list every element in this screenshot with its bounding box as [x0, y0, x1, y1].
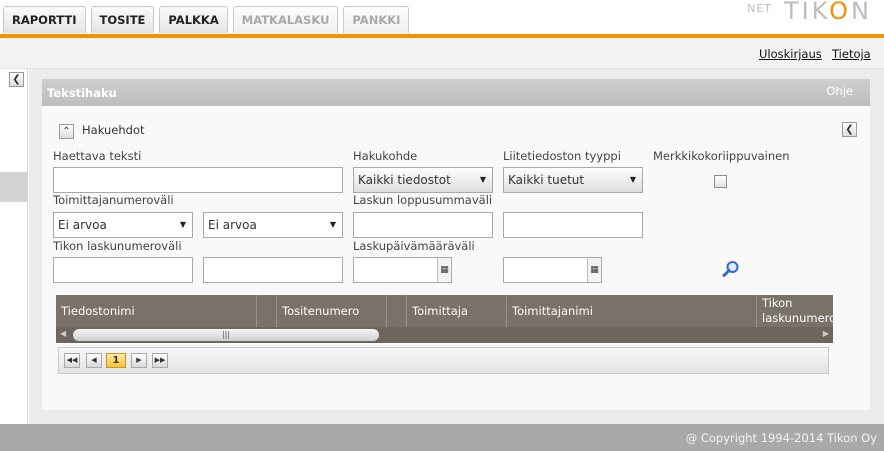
- chevron-left-icon: ❮: [12, 74, 21, 85]
- supplier-to-select[interactable]: Ei arvoa ▼: [203, 212, 343, 238]
- results-grid: Tiedostonimi Tositenumero Toimittaja Toi…: [56, 295, 833, 343]
- search-target-select[interactable]: Kaikki tiedostot ▼: [353, 167, 493, 193]
- invoice-date-to-input[interactable]: ▦: [503, 257, 602, 283]
- logout-link[interactable]: Uloskirjaus: [759, 47, 822, 61]
- last-page-button[interactable]: ▶▶: [152, 353, 168, 368]
- next-page-icon: ▶: [136, 356, 142, 364]
- dropdown-arrow-icon: ▼: [629, 175, 636, 184]
- attachment-type-select[interactable]: Kaikki tuetut ▼: [503, 167, 643, 193]
- dropdown-arrow-icon: ▼: [479, 175, 486, 184]
- tikon-invoice-to-input[interactable]: [203, 257, 343, 283]
- chevron-left-icon: ❮: [845, 124, 854, 135]
- invoice-date-from-input[interactable]: ▦: [353, 257, 452, 283]
- sidebar-selected-item[interactable]: [0, 172, 27, 202]
- column-header-supplier[interactable]: Toimittaja: [407, 295, 507, 327]
- search-target-label: Hakukohde: [353, 149, 418, 163]
- horizontal-scrollbar[interactable]: ◀ ||| ▶: [56, 327, 833, 343]
- case-sensitive-checkbox[interactable]: [714, 175, 727, 188]
- info-link[interactable]: Tietoja: [832, 47, 871, 61]
- top-bar: RAPORTTI TOSITE PALKKA MATKALASKU PANKKI…: [0, 0, 884, 35]
- tikon-invoice-range-label: Tikon laskunumeroväli: [53, 239, 182, 253]
- current-page[interactable]: 1: [106, 353, 126, 368]
- column-header-blank[interactable]: [257, 295, 277, 327]
- dropdown-arrow-icon: ▼: [329, 220, 336, 229]
- attachment-type-label: Liitetiedoston tyyppi: [503, 149, 621, 163]
- supplier-from-select[interactable]: Ei arvoa ▼: [53, 212, 193, 238]
- tab-matkalasku[interactable]: MATKALASKU: [232, 6, 339, 33]
- invoice-sum-from-input[interactable]: [353, 212, 493, 238]
- column-header-tikon-invoice-number[interactable]: Tikon laskunumero: [757, 295, 833, 327]
- scroll-right-icon[interactable]: ▶: [823, 329, 829, 338]
- sidebar-collapse-button[interactable]: ❮: [9, 72, 24, 87]
- criteria-section-label: Hakuehdot: [82, 123, 145, 137]
- previous-page-icon: ◀: [91, 356, 97, 364]
- next-page-button[interactable]: ▶: [131, 353, 147, 368]
- footer: @ Copyright 1994-2014 Tikon Oy: [0, 424, 884, 451]
- copyright-text: @ Copyright 1994-2014 Tikon Oy: [685, 431, 877, 445]
- search-text-input[interactable]: [53, 167, 343, 193]
- tab-tosite[interactable]: TOSITE: [90, 6, 155, 33]
- search-icon[interactable]: [722, 260, 740, 278]
- panel-title: Tekstihaku: [47, 86, 117, 100]
- invoice-date-range-label: Laskupäivämääräväli: [353, 239, 475, 253]
- panel-header: Tekstihaku Ohje: [42, 79, 870, 106]
- first-page-icon: ◀◀: [66, 356, 78, 364]
- column-header-blank[interactable]: [387, 295, 407, 327]
- help-link[interactable]: Ohje: [826, 84, 853, 98]
- criteria-panel-collapse-button[interactable]: ❮: [842, 122, 857, 137]
- invoice-sum-range-label: Laskun loppusummaväli: [353, 193, 493, 207]
- tikon-invoice-from-input[interactable]: [53, 257, 193, 283]
- tab-palkka[interactable]: PALKKA: [159, 6, 228, 33]
- case-sensitive-label: Merkkikokoriippuvainen: [653, 149, 790, 163]
- module-tabs: RAPORTTI TOSITE PALKKA MATKALASKU PANKKI: [3, 6, 410, 33]
- dropdown-arrow-icon: ▼: [179, 220, 186, 229]
- calendar-icon[interactable]: ▦: [587, 258, 601, 282]
- scroll-left-icon[interactable]: ◀: [60, 329, 66, 338]
- column-header-voucher-number[interactable]: Tositenumero: [277, 295, 387, 327]
- search-text-label: Haettava teksti: [53, 149, 142, 163]
- user-bar: Uloskirjaus Tietoja: [0, 38, 884, 69]
- chevron-up-icon: ⌃: [62, 126, 71, 137]
- first-page-button[interactable]: ◀◀: [64, 353, 80, 368]
- criteria-toggle-button[interactable]: ⌃: [59, 124, 74, 139]
- column-header-supplier-name[interactable]: Toimittajanimi: [507, 295, 757, 327]
- last-page-icon: ▶▶: [154, 356, 166, 364]
- tab-raportti[interactable]: RAPORTTI: [3, 6, 86, 33]
- supplier-range-label: Toimittajanumeroväli: [53, 193, 174, 207]
- scrollbar-thumb[interactable]: |||: [73, 329, 379, 341]
- text-search-panel: Tekstihaku Ohje ⌃ Hakuehdot ❮ Haettava t…: [42, 79, 870, 410]
- left-sidebar: ❮: [0, 69, 28, 424]
- invoice-sum-to-input[interactable]: [503, 212, 643, 238]
- tab-pankki[interactable]: PANKKI: [343, 6, 410, 33]
- column-header-filename[interactable]: Tiedostonimi: [56, 295, 257, 327]
- calendar-icon[interactable]: ▦: [437, 258, 451, 282]
- previous-page-button[interactable]: ◀: [86, 353, 102, 368]
- grid-pager: ◀◀ ◀ 1 ▶ ▶▶: [58, 347, 829, 374]
